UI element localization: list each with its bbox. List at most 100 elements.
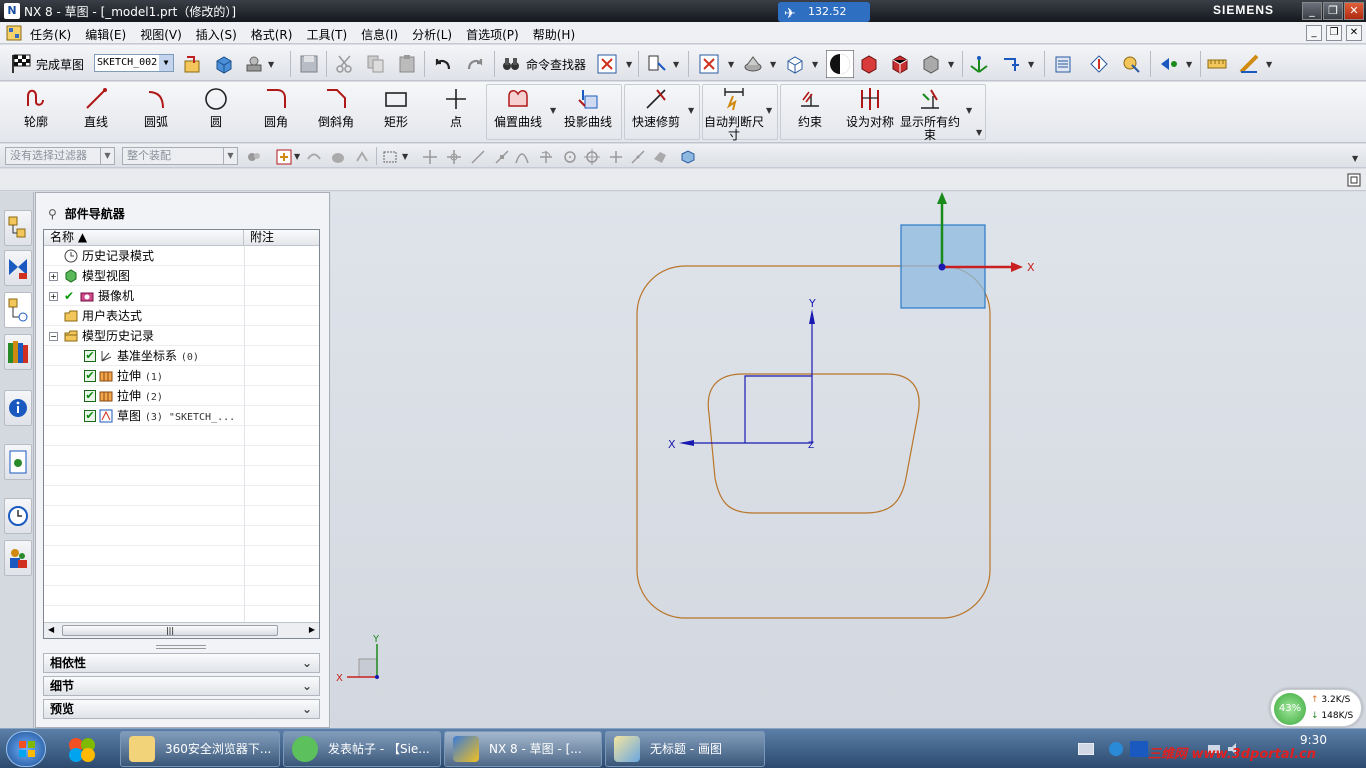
column-name-header[interactable]: 名称 ▲ — [44, 230, 244, 245]
snap-line-icon[interactable] — [470, 149, 486, 165]
snap-point-icon[interactable] — [608, 149, 624, 165]
dependencies-panel[interactable]: 相依性 ⌄ — [43, 653, 320, 673]
tool-rectangle[interactable]: 矩形 — [366, 86, 426, 129]
move-layer-icon[interactable] — [1088, 53, 1110, 75]
rect-select-icon[interactable] — [382, 149, 398, 165]
clock[interactable]: 9:30 — [1300, 733, 1327, 747]
menu-view[interactable]: 视图(V) — [140, 26, 182, 43]
clock-tab[interactable] — [4, 498, 32, 534]
copy-icon[interactable] — [365, 53, 387, 75]
tree-row[interactable]: ✔ 拉伸 (2) — [44, 386, 319, 406]
chevron-down-icon[interactable]: ▼ — [402, 152, 408, 161]
tree-row[interactable]: ✔ 基准坐标系 (0) — [44, 346, 319, 366]
sketch-orient-icon[interactable] — [182, 53, 204, 75]
tool-line[interactable]: 直线 — [66, 86, 126, 129]
keyboard-icon[interactable] — [1078, 743, 1094, 755]
undo-icon[interactable] — [432, 53, 454, 75]
command-finder-button[interactable]: 命令查找器 — [500, 53, 586, 75]
tree-row[interactable]: + 模型视图 — [44, 266, 319, 286]
pin-icon[interactable]: ⚲ — [48, 207, 57, 221]
history-tab[interactable] — [4, 444, 32, 480]
tool-quick-trim[interactable]: 快速修剪 — [626, 86, 686, 129]
chevron-down-icon[interactable]: ▼ — [294, 152, 300, 161]
fit-icon[interactable] — [698, 53, 720, 75]
wcs-icon[interactable] — [968, 53, 990, 75]
chevron-down-icon[interactable]: ▼ — [1352, 154, 1358, 163]
tool-chamfer[interactable]: 倒斜角 — [306, 86, 366, 129]
constraint-navigator-tab[interactable] — [4, 250, 32, 286]
sketch-name-select[interactable]: SKETCH_002 ▼ — [94, 54, 174, 72]
scrollbar-thumb[interactable]: ||| — [62, 625, 278, 636]
tool-project-curve[interactable]: 投影曲线 — [558, 86, 618, 129]
assembly-navigator-tab[interactable] — [4, 210, 32, 246]
chevron-down-icon[interactable]: ▼ — [626, 60, 632, 69]
sketch-rectangle[interactable] — [744, 375, 812, 443]
feature-icon[interactable] — [306, 149, 322, 165]
box-red-icon[interactable] — [858, 53, 880, 75]
checkbox[interactable]: ✔ — [84, 390, 96, 402]
box-gray-icon[interactable] — [920, 53, 942, 75]
chevron-down-icon[interactable]: ▼ — [812, 60, 818, 69]
measure-icon[interactable] — [1238, 53, 1260, 75]
graphics-window[interactable]: Y X Z X Y X — [331, 192, 1366, 728]
snap-quadrant-icon[interactable] — [584, 149, 600, 165]
details-panel[interactable]: 细节 ⌄ — [43, 676, 320, 696]
doc-restore-button[interactable]: ❐ — [1326, 25, 1342, 41]
body-icon[interactable] — [330, 149, 346, 165]
chevron-down-icon[interactable]: ▼ — [948, 60, 954, 69]
chevron-down-icon[interactable]: ▼ — [688, 106, 694, 115]
ruler-icon[interactable] — [1206, 53, 1228, 75]
menu-info[interactable]: 信息(I) — [361, 26, 398, 43]
tool-show-all-constraints[interactable]: 显示所有约束 — [900, 86, 960, 142]
chevron-down-icon[interactable]: ▼ — [1266, 60, 1272, 69]
snap-icon[interactable] — [1158, 53, 1180, 75]
start-button[interactable] — [6, 731, 46, 767]
network-meter[interactable]: 43% ↑ 3.2K/S ↓ 148K/S — [1270, 689, 1362, 727]
chevron-down-icon[interactable]: ▼ — [268, 60, 274, 69]
menu-task[interactable]: 任务(K) — [30, 26, 71, 43]
tool-constraints[interactable]: 约束 — [780, 86, 840, 129]
selection-icon[interactable] — [646, 53, 668, 75]
preview-panel[interactable]: 预览 ⌄ — [43, 699, 320, 719]
restore-button[interactable]: ❐ — [1323, 2, 1343, 20]
tool-point[interactable]: 点 — [426, 86, 486, 129]
horizontal-scrollbar[interactable]: ◀ ||| ▶ — [44, 622, 319, 638]
tree-row[interactable]: ✔ 拉伸 (1) — [44, 366, 319, 386]
snap-bounded-icon[interactable] — [680, 149, 696, 165]
snap-intersection-icon[interactable] — [514, 149, 530, 165]
chevron-down-icon[interactable]: ▼ — [1186, 60, 1192, 69]
box-multi-icon[interactable] — [889, 53, 911, 75]
doc-minimize-button[interactable]: _ — [1306, 25, 1322, 41]
render-style-icon[interactable] — [742, 53, 764, 75]
doc-close-button[interactable]: ✕ — [1346, 25, 1362, 41]
redo-icon[interactable] — [464, 53, 486, 75]
paste-icon[interactable] — [396, 53, 418, 75]
menu-edit[interactable]: 编辑(E) — [85, 26, 126, 43]
collapse-icon[interactable]: − — [49, 332, 58, 341]
snap-endpoint-icon[interactable] — [422, 149, 438, 165]
chevron-down-icon[interactable]: ▼ — [728, 60, 734, 69]
tool-auto-dimension[interactable]: 自动判断尺寸 — [704, 86, 764, 142]
checkbox[interactable]: ✔ — [84, 410, 96, 422]
speed-widget[interactable]: ✈132.52 KB/s — [778, 2, 870, 38]
tree-row[interactable]: ✔ 草图 (3) "SKETCH_... — [44, 406, 319, 426]
menu-help[interactable]: 帮助(H) — [533, 26, 575, 43]
chevron-down-icon[interactable]: ▼ — [976, 128, 982, 137]
task-paint[interactable]: 无标题 - 画图 — [605, 731, 765, 767]
chevron-down-icon[interactable]: ▼ — [550, 106, 556, 115]
sketch-canvas[interactable]: Y X Z X Y X — [331, 192, 1366, 728]
tool-offset-curve[interactable]: 偏置曲线 — [488, 86, 548, 129]
tool-make-symmetric[interactable]: 设为对称 — [840, 86, 900, 129]
chevron-down-icon[interactable]: ▼ — [1028, 60, 1034, 69]
select-mode-icon[interactable] — [276, 149, 292, 165]
snap-center-icon[interactable] — [562, 149, 578, 165]
expand-icon[interactable]: + — [49, 292, 58, 301]
update-model-icon[interactable] — [244, 53, 266, 75]
part-navigator-tab[interactable] — [4, 292, 32, 328]
menu-tools[interactable]: 工具(T) — [306, 26, 347, 43]
scroll-right-icon[interactable]: ▶ — [309, 625, 315, 634]
orient-view-icon[interactable] — [784, 53, 806, 75]
snap-face-icon[interactable] — [652, 149, 668, 165]
wcs-dynamic-icon[interactable] — [1000, 53, 1022, 75]
chevron-down-icon[interactable]: ▼ — [770, 60, 776, 69]
